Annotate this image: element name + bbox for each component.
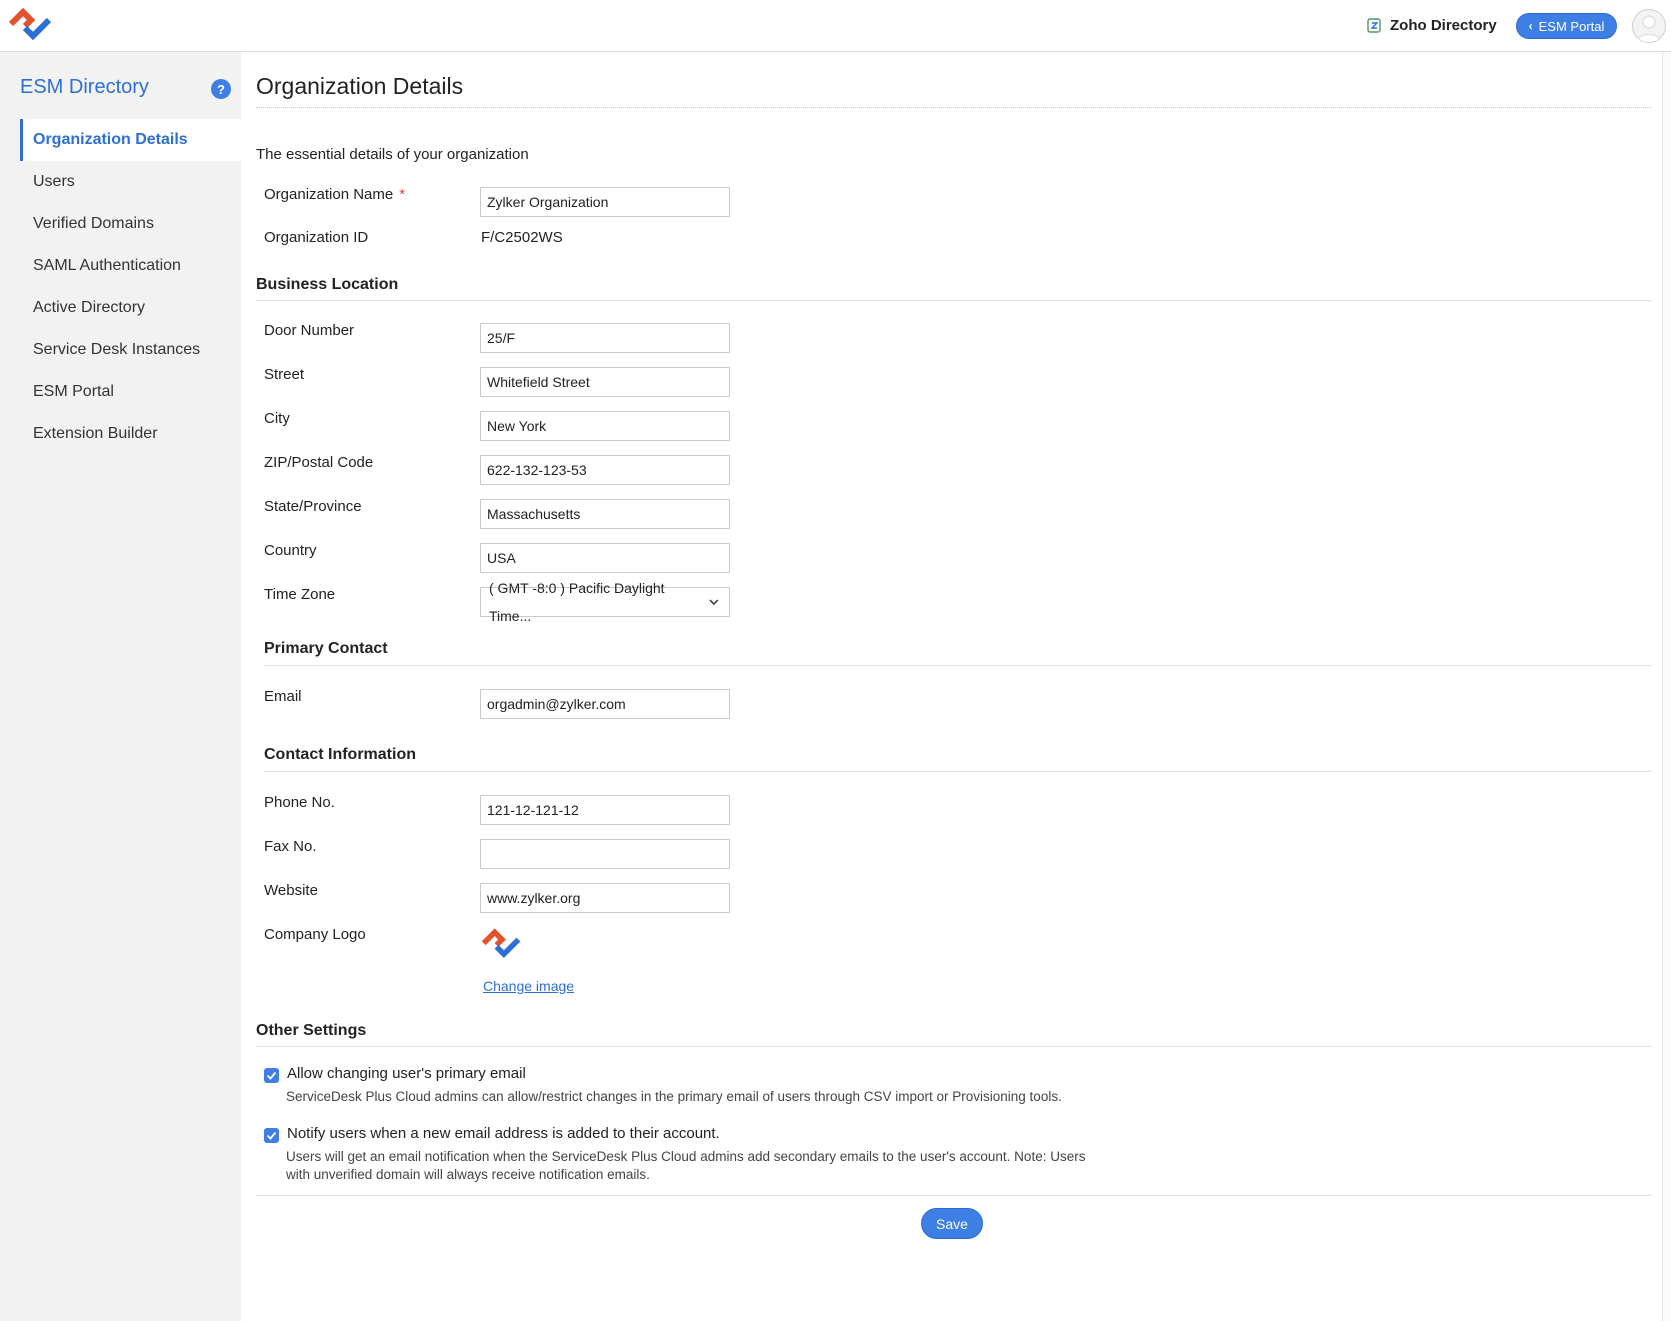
zoho-directory-icon (1367, 18, 1381, 33)
checkmark-icon (266, 1131, 277, 1140)
user-avatar-icon (1636, 15, 1662, 42)
door-number-input[interactable] (480, 323, 730, 353)
allow-change-email-label: Allow changing user's primary email (287, 1065, 526, 1082)
footer-divider (256, 1195, 1652, 1196)
help-icon[interactable]: ? (211, 79, 231, 99)
page-intro: The essential details of your organizati… (256, 146, 529, 163)
primary-contact-divider (264, 665, 1652, 666)
zip-label: ZIP/Postal Code (264, 454, 374, 471)
sidebar-item-organization-details[interactable]: Organization Details (20, 119, 241, 161)
zip-input[interactable] (480, 455, 730, 485)
city-label: City (264, 410, 290, 427)
phone-label: Phone No. (264, 794, 335, 811)
website-label: Website (264, 882, 318, 899)
timezone-label: Time Zone (264, 586, 336, 603)
timezone-selected-value: ( GMT -8:0 ) Pacific Daylight Time... (489, 580, 665, 624)
page-title: Organization Details (256, 73, 464, 99)
notify-users-description-line1: Users will get an email notification whe… (286, 1149, 1086, 1164)
other-settings-divider (256, 1046, 1652, 1047)
fax-label: Fax No. (264, 838, 317, 855)
timezone-select[interactable]: ( GMT -8:0 ) Pacific Daylight Time... (480, 580, 730, 624)
street-input[interactable] (480, 367, 730, 397)
org-name-input[interactable] (480, 187, 730, 217)
phone-input[interactable] (480, 795, 730, 825)
company-logo-image (481, 928, 521, 959)
business-location-heading: Business Location (256, 276, 399, 293)
street-label: Street (264, 366, 305, 383)
notify-users-label: Notify users when a new email address is… (287, 1125, 720, 1142)
org-name-label: Organization Name * (264, 186, 405, 203)
app-logo-icon[interactable] (8, 4, 54, 48)
checkmark-icon (266, 1071, 277, 1080)
user-avatar[interactable] (1632, 9, 1666, 43)
contact-information-heading: Contact Information (264, 746, 416, 763)
contact-information-divider (264, 771, 1652, 772)
allow-change-email-checkbox[interactable] (264, 1068, 279, 1083)
email-label: Email (264, 688, 302, 705)
sidebar-nav: Organization Details Users Verified Doma… (20, 119, 241, 455)
sidebar-item-users[interactable]: Users (20, 161, 241, 203)
website-input[interactable] (480, 883, 730, 913)
primary-contact-heading: Primary Contact (264, 640, 388, 657)
chevron-left-icon: ‹ (1528, 19, 1533, 33)
fax-input[interactable] (480, 839, 730, 869)
main-content: Organization Details The essential detai… (241, 52, 1660, 1321)
sidebar-item-service-desk-instances[interactable]: Service Desk Instances (20, 329, 241, 371)
org-name-label-text: Organization Name (264, 186, 394, 203)
country-label: Country (264, 542, 317, 559)
sidebar-item-saml-authentication[interactable]: SAML Authentication (20, 245, 241, 287)
state-label: State/Province (264, 498, 362, 515)
vertical-scrollbar[interactable] (1662, 52, 1671, 1321)
esm-portal-back-button[interactable]: ‹ ESM Portal (1516, 13, 1617, 39)
sidebar-item-verified-domains[interactable]: Verified Domains (20, 203, 241, 245)
notify-users-checkbox[interactable] (264, 1128, 279, 1143)
required-mark: * (399, 186, 406, 203)
sidebar-title: ESM Directory (20, 76, 149, 98)
business-location-divider (256, 300, 1652, 301)
sidebar-item-active-directory[interactable]: Active Directory (20, 287, 241, 329)
state-input[interactable] (480, 499, 730, 529)
allow-change-email-description: ServiceDesk Plus Cloud admins can allow/… (286, 1089, 1062, 1104)
esm-portal-back-label: ESM Portal (1538, 18, 1605, 34)
country-input[interactable] (480, 543, 730, 573)
sidebar: ESM Directory ? Organization Details Use… (0, 52, 241, 1321)
zoho-directory-label: Zoho Directory (1390, 16, 1497, 34)
other-settings-heading: Other Settings (256, 1022, 367, 1039)
email-input[interactable] (480, 689, 730, 719)
zoho-directory-link[interactable]: Zoho Directory (1367, 14, 1497, 36)
door-number-label: Door Number (264, 322, 355, 339)
chevron-down-icon (709, 599, 719, 606)
company-logo-label: Company Logo (264, 926, 366, 943)
save-button[interactable]: Save (921, 1208, 983, 1239)
title-divider (256, 107, 1652, 108)
city-input[interactable] (480, 411, 730, 441)
top-bar: Zoho Directory ‹ ESM Portal (0, 0, 1671, 52)
sidebar-item-esm-portal[interactable]: ESM Portal (20, 371, 241, 413)
notify-users-description-line2: with unverified domain will always recei… (286, 1167, 650, 1182)
org-id-value: F/C2502WS (481, 229, 563, 246)
sidebar-item-extension-builder[interactable]: Extension Builder (20, 413, 241, 455)
org-id-label: Organization ID (264, 229, 369, 246)
change-image-link[interactable]: Change image (483, 978, 574, 994)
